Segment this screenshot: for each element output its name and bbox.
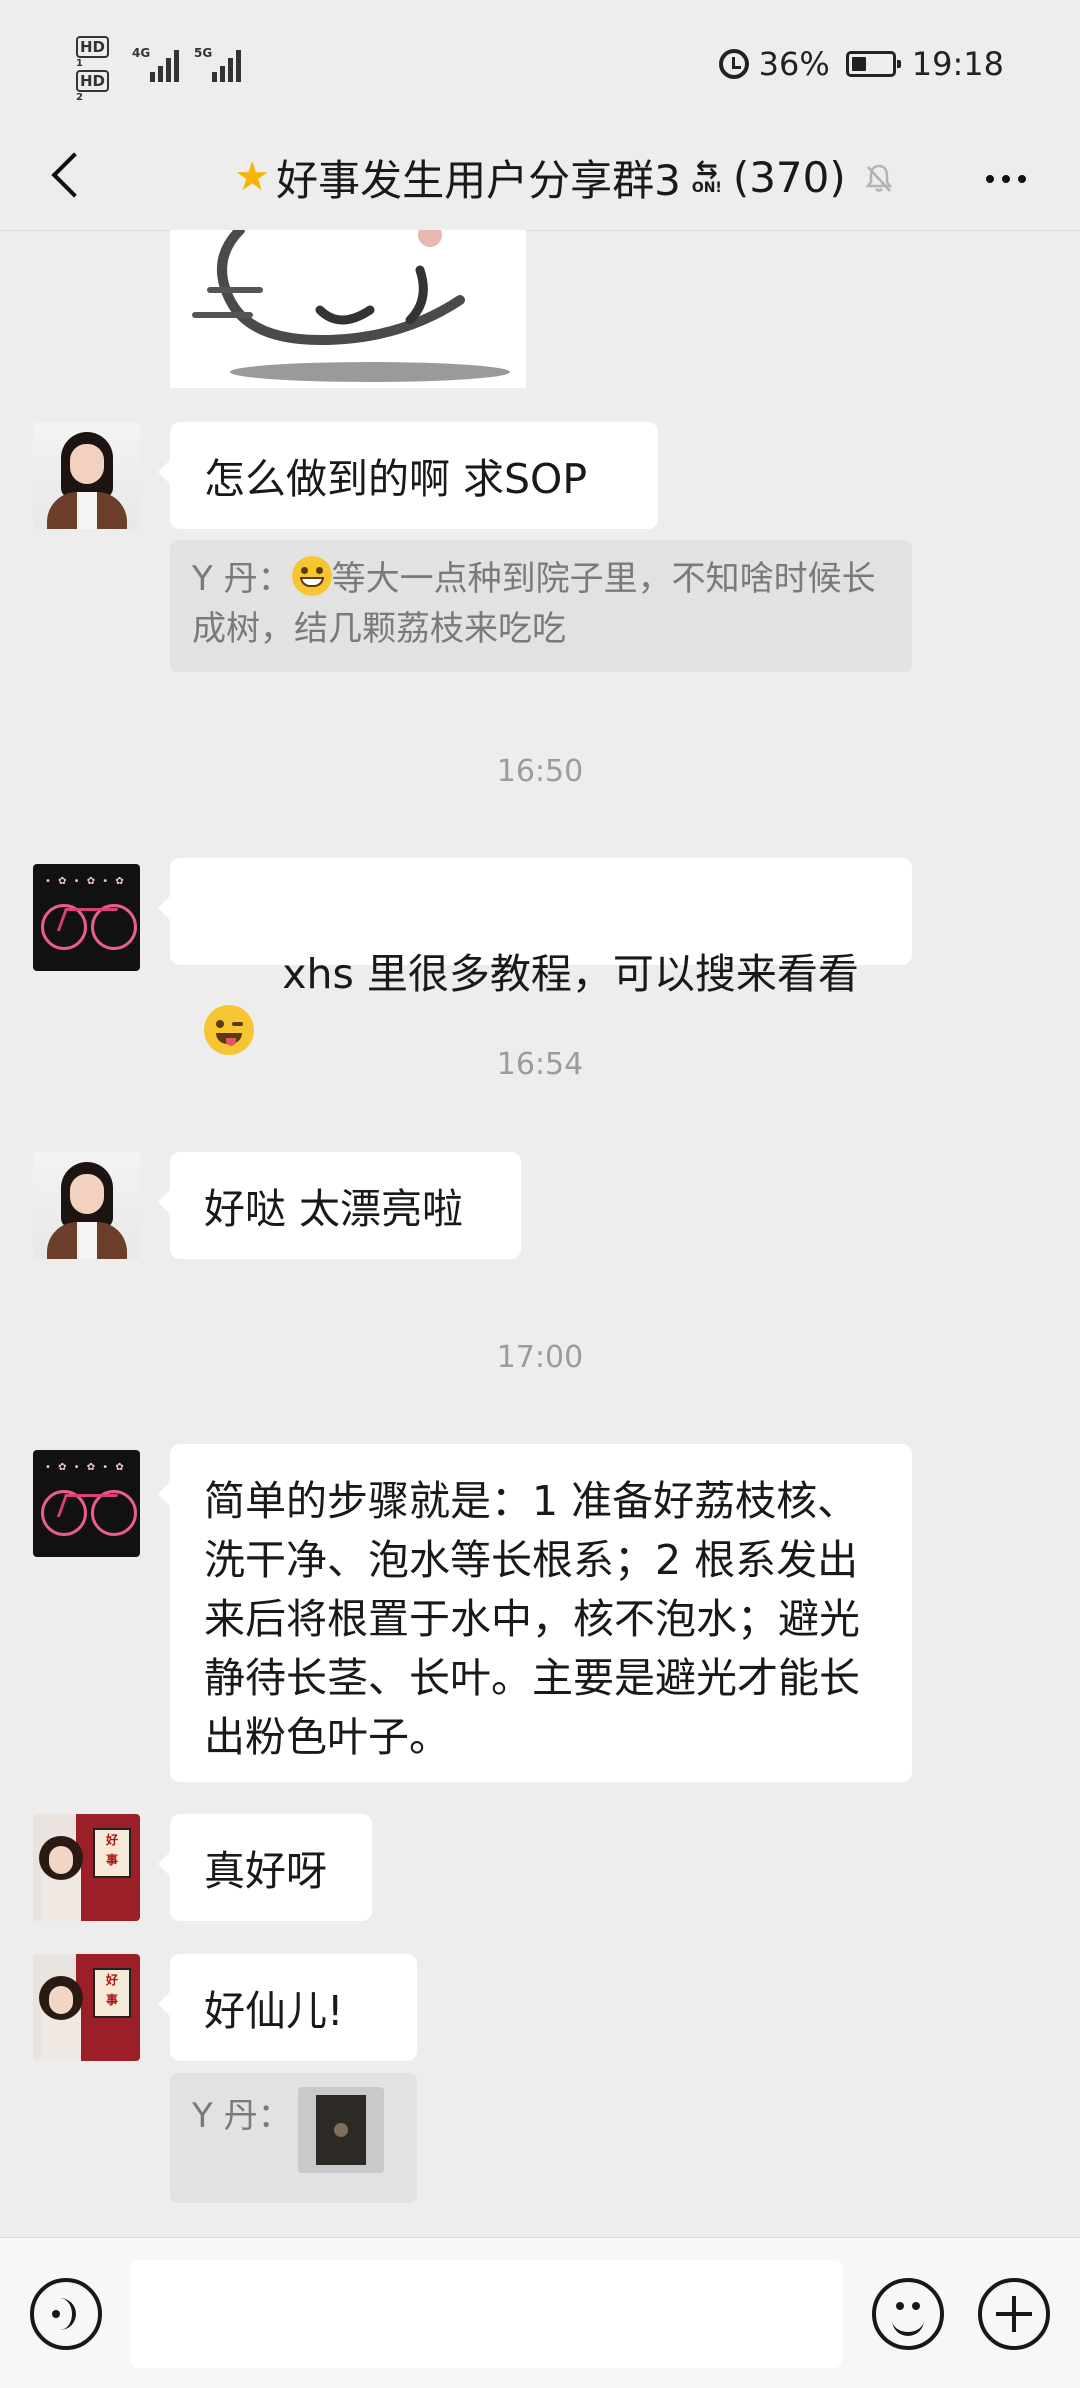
hd2-sub: 2 [76, 92, 83, 103]
voice-input-button[interactable] [30, 2278, 102, 2350]
hd2-indicator: HD2 [76, 70, 110, 110]
timestamp: 16:54 [496, 1047, 584, 1082]
grinning-emoji-icon [291, 556, 332, 596]
message-bubble[interactable]: 好哒 太漂亮啦 [158, 1152, 521, 1259]
more-options-button[interactable] [976, 161, 1036, 197]
quoted-image-thumbnail[interactable] [297, 2087, 384, 2173]
message-input[interactable] [130, 2260, 842, 2368]
message-bubble[interactable]: 简单的步骤就是：1 准备好荔枝核、洗干净、泡水等长根系；2 根系发出来后将根置于… [158, 1444, 912, 1782]
mute-bell-icon [862, 161, 896, 195]
emoji-button[interactable] [872, 2278, 944, 2350]
system-indicators: 36% 19:18 [718, 40, 1004, 88]
clock: 19:18 [911, 45, 1004, 83]
battery-fill [851, 57, 866, 71]
sticker-image[interactable] [170, 230, 526, 388]
avatar[interactable]: • ✿ • ✿ • ✿ [33, 1450, 140, 1557]
quoted-message[interactable]: Y 丹： 等大一点种到院子里，不知啥时候长成树，结几颗荔枝来吃吃 [170, 540, 912, 672]
message-list[interactable]: 怎么做到的啊 求SOP Y 丹： 等大一点种到院子里，不知啥时候长成树，结几颗荔枝… [0, 230, 1080, 2237]
net2-label: 5G [194, 46, 213, 60]
battery-percent: 36% [758, 45, 830, 83]
alarm-icon [718, 49, 749, 79]
quote-sender: Y 丹： [192, 2096, 292, 2136]
avatar[interactable]: • ✿ • ✿ • ✿ [33, 864, 140, 971]
avatar[interactable]: 好事 [33, 1954, 140, 2061]
star-icon: ★ [234, 154, 271, 200]
on-badge-text: ON! [691, 180, 722, 196]
message-text: xhs 里很多教程，可以搜来看看 [282, 950, 859, 998]
back-button[interactable] [42, 145, 102, 205]
more-functions-button[interactable] [978, 2278, 1050, 2350]
group-name: 好事发生用户分享群3 [276, 155, 681, 205]
on-arrow-icon: ⇆ ON! [687, 157, 727, 196]
avatar[interactable]: 好事 [33, 1814, 140, 1921]
quoted-message[interactable]: Y 丹： [170, 2073, 417, 2203]
chat-title[interactable]: ★ 好事发生用户分享群3 ⇆ ON! (370) [180, 147, 900, 207]
signal-bars-2-icon [212, 48, 252, 82]
chat-screen: HD1 HD2 4G 5G 36% 19:18 ★ 好事发生用户分享群3 ⇆ O… [0, 0, 1080, 2388]
chat-header: ★ 好事发生用户分享群3 ⇆ ON! (370) [0, 125, 1080, 231]
message-bubble[interactable]: 真好呀 [158, 1814, 372, 1921]
timestamp: 16:50 [496, 754, 584, 789]
hd1-sub: 1 [76, 58, 83, 69]
avatar[interactable] [33, 1152, 140, 1259]
message-bubble[interactable]: 好仙儿! [158, 1954, 417, 2061]
message-bubble[interactable]: xhs 里很多教程，可以搜来看看 [158, 858, 912, 1055]
member-count: (370) [732, 152, 846, 202]
net1-label: 4G [132, 46, 151, 60]
input-bar [0, 2237, 1080, 2388]
avatar[interactable] [33, 422, 140, 529]
status-bar: HD1 HD2 4G 5G 36% 19:18 [0, 0, 1080, 125]
hd2-label: HD [76, 70, 110, 92]
timestamp: 17:00 [496, 1340, 584, 1375]
battery-icon [845, 51, 901, 77]
hd1-label: HD [76, 36, 110, 58]
signal-bars-1-icon [150, 48, 190, 82]
message-bubble[interactable]: 怎么做到的啊 求SOP [158, 422, 658, 529]
quote-sender: Y 丹： [192, 559, 292, 599]
